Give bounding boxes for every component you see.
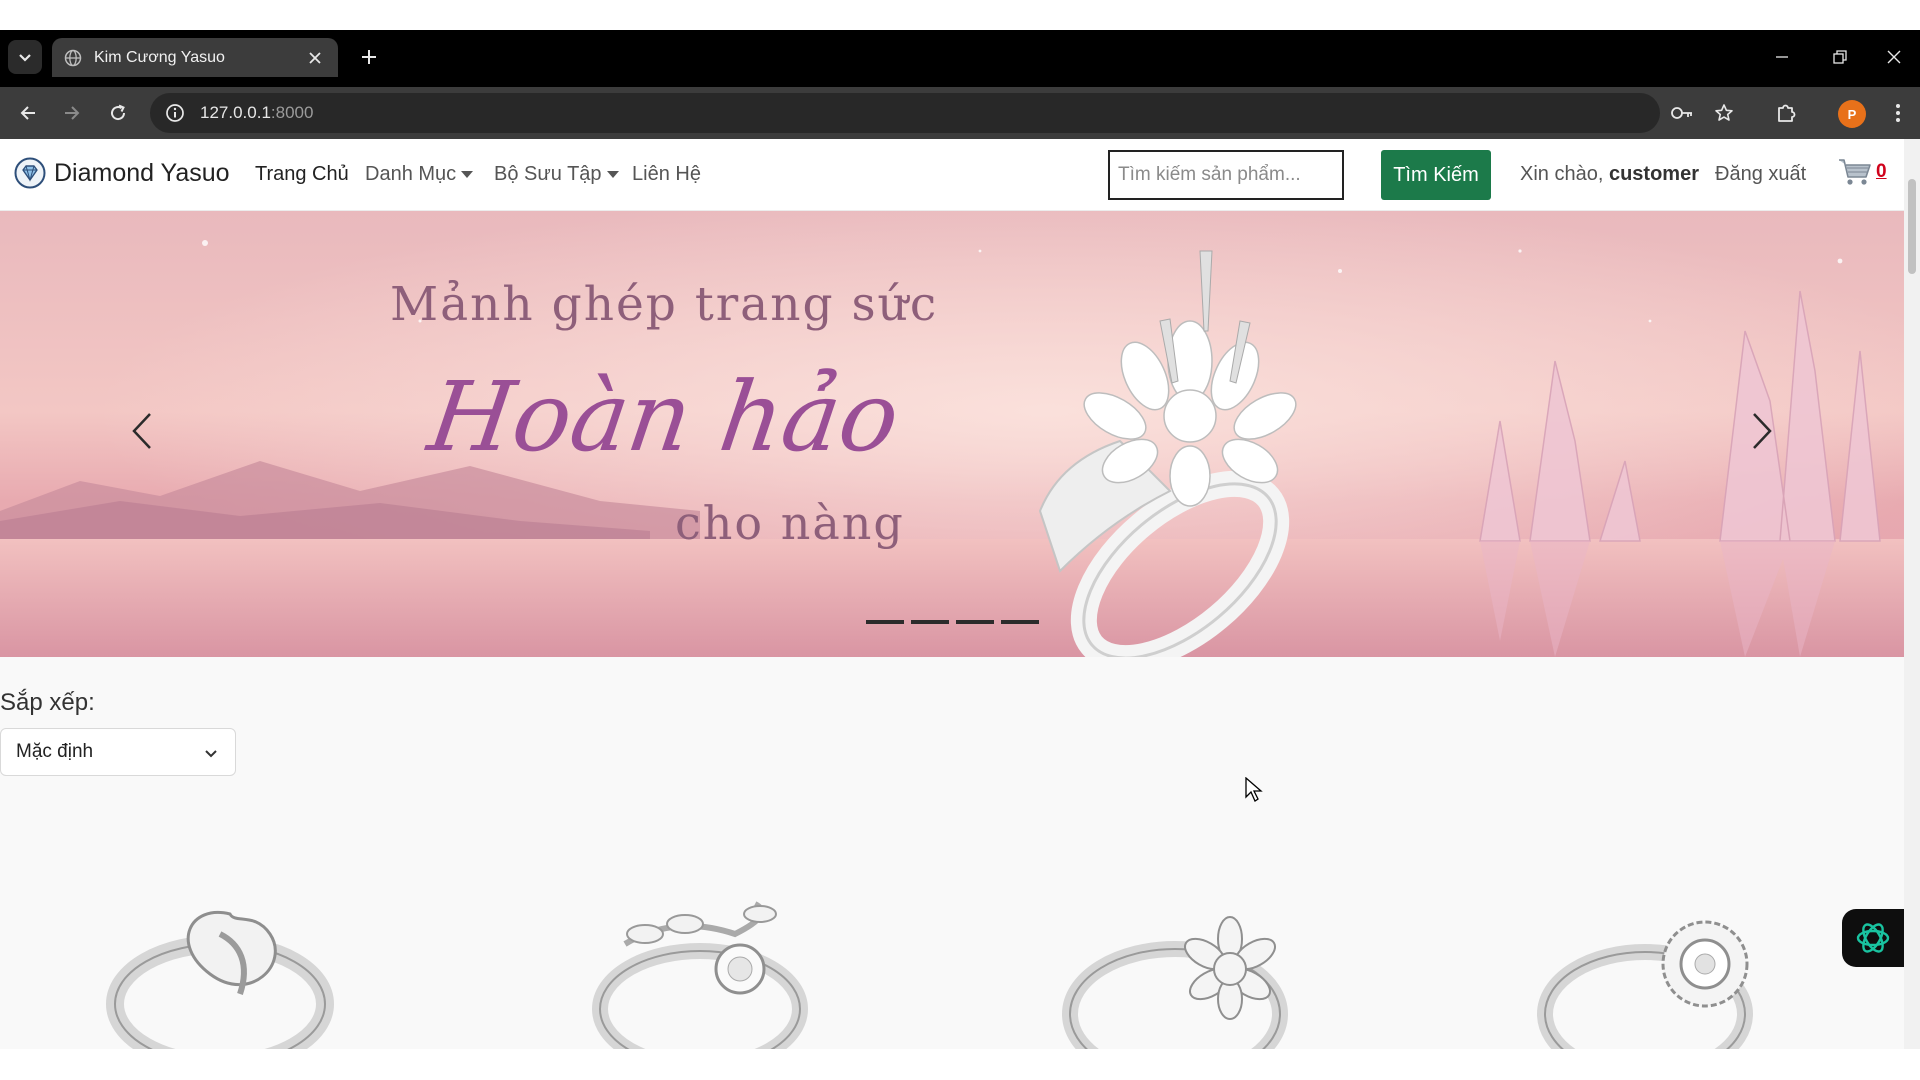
browser-tab[interactable]: Kim Cương Yasuo [52, 38, 338, 77]
cart-link[interactable]: 0 [1838, 157, 1887, 187]
screen-bottom-margin [0, 1049, 1920, 1080]
diamond-logo-icon [14, 157, 46, 189]
star-icon[interactable] [1706, 95, 1742, 131]
banner-image [0, 211, 1904, 657]
close-icon[interactable] [304, 47, 326, 69]
chevron-left-icon[interactable] [117, 401, 167, 461]
screen-top-margin [0, 0, 1920, 30]
banner-script-title: Hoàn hảo [422, 361, 906, 473]
globe-icon [64, 49, 82, 66]
page-scrollbar[interactable] [1904, 139, 1920, 1049]
minimize-button[interactable] [1760, 38, 1804, 76]
cart-count: 0 [1876, 161, 1887, 182]
greeting: Xin chào, customer [1520, 163, 1699, 186]
tab-search-icon[interactable] [8, 40, 42, 74]
chevron-down-icon [205, 750, 217, 758]
url-port: :8000 [270, 103, 314, 122]
product-image [592, 901, 808, 1049]
back-icon[interactable] [10, 95, 46, 131]
info-icon[interactable] [164, 102, 186, 124]
profile-avatar[interactable]: P [1838, 100, 1866, 128]
brand[interactable]: Diamond Yasuo [14, 157, 230, 189]
address-bar[interactable]: 127.0.0.1:8000 [150, 93, 1660, 133]
key-icon[interactable] [1664, 95, 1700, 131]
chatgpt-icon[interactable] [1842, 909, 1904, 967]
greeting-prefix: Xin chào, [1520, 163, 1604, 185]
nav-home[interactable]: Trang Chủ [255, 163, 349, 186]
nav-contact[interactable]: Liên Hệ [632, 163, 701, 186]
sort-selected-value: Mặc định [16, 741, 94, 762]
carousel-indicator-2[interactable] [911, 620, 949, 624]
browser-tab-strip: Kim Cương Yasuo [0, 30, 1920, 87]
banner-subtitle: cho nàng [675, 496, 905, 550]
carousel-indicator-3[interactable] [956, 620, 994, 624]
caret-down-icon [461, 171, 474, 179]
product-card[interactable] [1535, 894, 1795, 1049]
product-card[interactable] [1060, 894, 1320, 1049]
restore-button[interactable] [1818, 38, 1862, 76]
search-button[interactable]: Tìm Kiếm [1381, 150, 1491, 200]
extensions-icon[interactable] [1768, 95, 1804, 131]
page-viewport: Diamond Yasuo Trang Chủ Danh Mục Bộ Sưu … [0, 139, 1920, 1049]
search-input[interactable] [1108, 150, 1344, 200]
window-close-button[interactable] [1872, 38, 1916, 76]
carousel-indicator-1[interactable] [866, 620, 904, 624]
nav-category-label: Danh Mục [365, 163, 457, 185]
nav-collection[interactable]: Bộ Sưu Tập [494, 163, 619, 186]
cart-icon [1839, 159, 1871, 185]
product-image [1062, 916, 1288, 1049]
browser-toolbar: 127.0.0.1:8000 P [0, 87, 1920, 139]
scrollbar-thumb[interactable] [1908, 179, 1916, 274]
nav-category[interactable]: Danh Mục [365, 163, 474, 186]
reload-icon[interactable] [100, 95, 136, 131]
product-card[interactable] [100, 894, 360, 1049]
tab-title: Kim Cương Yasuo [94, 48, 225, 66]
username: customer [1608, 163, 1699, 185]
site-navbar: Diamond Yasuo Trang Chủ Danh Mục Bộ Sưu … [0, 139, 1904, 211]
brand-name: Diamond Yasuo [54, 158, 230, 187]
banner-headline: Mảnh ghép trang sức [390, 277, 939, 332]
sort-select[interactable]: Mặc định [0, 728, 236, 776]
logout-link[interactable]: Đăng xuất [1715, 163, 1806, 186]
url-host: 127.0.0.1 [200, 103, 271, 122]
mouse-cursor [1245, 777, 1263, 802]
product-card[interactable] [585, 894, 845, 1049]
product-image [106, 911, 334, 1049]
carousel-indicator-4[interactable] [1001, 620, 1039, 624]
forward-icon[interactable] [54, 95, 90, 131]
sort-label: Sắp xếp: [0, 689, 95, 716]
hero-carousel: Mảnh ghép trang sức Hoàn hảo cho nàng [0, 211, 1904, 657]
chevron-right-icon[interactable] [1737, 401, 1787, 461]
kebab-menu-icon[interactable] [1880, 95, 1916, 131]
caret-down-icon [606, 171, 619, 179]
nav-collection-label: Bộ Sưu Tập [494, 163, 602, 185]
plus-icon[interactable] [352, 40, 386, 74]
product-image [1537, 920, 1753, 1049]
